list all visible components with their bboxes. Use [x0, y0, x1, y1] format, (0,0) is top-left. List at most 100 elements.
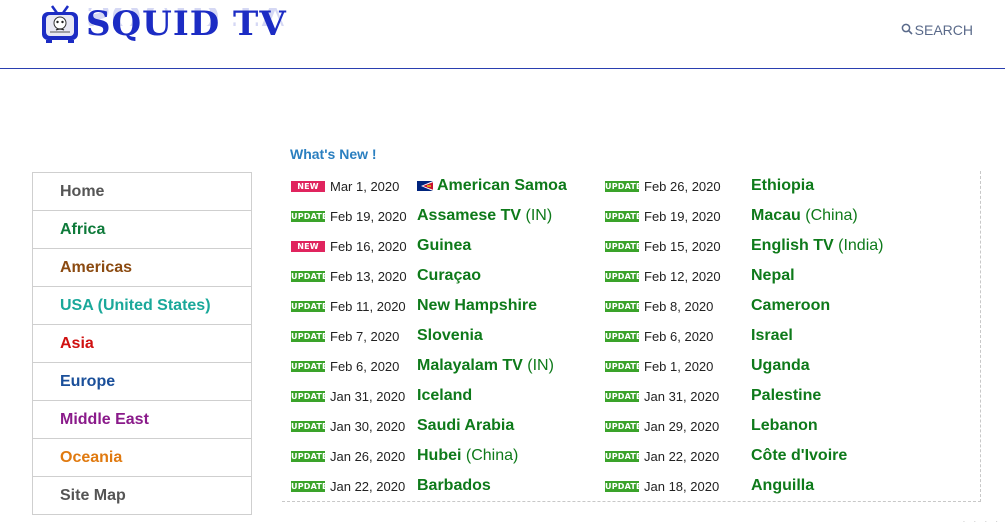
update-date-cell: UPDATE Jan 22, 2020: [291, 471, 405, 501]
update-badge: UPDATE: [291, 210, 328, 222]
search-icon: [901, 22, 915, 38]
update-badge: UPDATE: [605, 390, 642, 402]
sidebar-item-americas[interactable]: Americas: [33, 249, 251, 287]
update-link-cell: Malayalam TV (IN): [417, 351, 554, 381]
update-link-cell: Cameroon: [751, 291, 830, 321]
sidebar-item-usa[interactable]: USA (United States): [33, 287, 251, 325]
update-date-cell: UPDATE Jan 26, 2020: [291, 441, 405, 471]
update-date: Feb 11, 2020: [330, 298, 406, 314]
update-badge: UPDATE: [291, 420, 328, 432]
update-link[interactable]: Palestine: [751, 387, 821, 405]
update-link-cell: Curaçao: [417, 261, 481, 291]
sidebar-item-label: Oceania: [60, 448, 123, 466]
update-date-cell: UPDATE Feb 6, 2020: [291, 351, 399, 381]
sidebar-item-label: Asia: [60, 334, 94, 352]
update-link-cell: Ethiopia: [751, 171, 814, 201]
update-link[interactable]: Cameroon: [751, 297, 830, 315]
update-date: Feb 16, 2020: [330, 238, 407, 254]
site-logo[interactable]: SQUID TV SQUID TV: [40, 4, 287, 60]
update-link[interactable]: Hubei: [417, 447, 461, 465]
sidebar-item-home[interactable]: Home: [33, 173, 251, 211]
update-date-cell: UPDATE Feb 19, 2020: [291, 201, 407, 231]
update-date: Feb 1, 2020: [644, 358, 714, 374]
update-badge: UPDATE: [605, 300, 642, 312]
update-link[interactable]: Lebanon: [751, 417, 818, 435]
update-link[interactable]: Barbados: [417, 477, 491, 495]
update-badge: UPDATE: [291, 480, 328, 492]
update-row: UPDATE Feb 19, 2020 Assamese TV (IN) UPDATE…: [282, 201, 980, 231]
update-badge: UPDATE: [605, 240, 642, 252]
update-link[interactable]: Macau: [751, 207, 801, 225]
logo-reflection: SQUID TV: [86, 8, 287, 26]
update-date-cell: UPDATE Feb 13, 2020: [291, 261, 407, 291]
update-badge: UPDATE: [291, 360, 328, 372]
update-date-cell: UPDATE Feb 11, 2020: [291, 291, 406, 321]
update-link-suffix: (China): [461, 447, 519, 464]
update-badge: UPDATE: [605, 480, 642, 492]
update-date: Jan 18, 2020: [644, 478, 720, 494]
update-badge: UPDATE: [291, 390, 328, 402]
update-link[interactable]: Iceland: [417, 387, 472, 405]
update-badge: UPDATE: [605, 180, 642, 192]
update-row: UPDATE Jan 26, 2020 Hubei (China) UPDATE Jan…: [282, 441, 980, 471]
search-button[interactable]: SEARCH: [901, 22, 973, 38]
tv-mascot-icon: [40, 4, 80, 44]
update-date: Feb 7, 2020: [330, 328, 400, 344]
update-link[interactable]: Côte d'Ivoire: [751, 447, 847, 465]
sidebar-item-asia[interactable]: Asia: [33, 325, 251, 363]
new-badge: NEW: [291, 180, 325, 192]
update-link[interactable]: Assamese TV: [417, 207, 521, 225]
update-link-cell: English TV (India): [751, 231, 883, 261]
update-link[interactable]: Slovenia: [417, 327, 483, 345]
update-link[interactable]: Curaçao: [417, 267, 481, 285]
update-link-cell: Hubei (China): [417, 441, 518, 471]
update-row: UPDATE Jan 22, 2020 Barbados UPDATE Jan 18, …: [282, 471, 980, 501]
update-link[interactable]: Anguilla: [751, 477, 814, 495]
update-badge: UPDATE: [291, 270, 328, 282]
update-date: Jan 30, 2020: [330, 418, 406, 434]
update-date: Feb 13, 2020: [330, 268, 407, 284]
update-date: Feb 26, 2020: [644, 178, 721, 194]
update-date: Jan 22, 2020: [644, 448, 720, 464]
sidebar-item-africa[interactable]: Africa: [33, 211, 251, 249]
site-header: SQUID TV SQUID TV SEARCH: [0, 0, 1005, 69]
update-date: Feb 15, 2020: [644, 238, 721, 254]
update-link-cell: Israel: [751, 321, 793, 351]
update-link-cell: Côte d'Ivoire: [751, 441, 847, 471]
update-badge: UPDATE: [605, 270, 642, 282]
update-link[interactable]: American Samoa: [437, 177, 567, 195]
update-date-cell: UPDATE Feb 7, 2020: [291, 321, 399, 351]
sidebar-item-label: USA (United States): [60, 296, 211, 314]
search-label: SEARCH: [914, 22, 973, 38]
update-link[interactable]: Malayalam TV: [417, 357, 523, 375]
update-link-suffix: (IN): [521, 207, 553, 224]
update-row: UPDATE Feb 7, 2020 Slovenia UPDATE Feb 6, 20…: [282, 321, 980, 351]
sidebar-item-site-map[interactable]: Site Map: [33, 477, 251, 514]
update-link-cell: Palestine: [751, 381, 821, 411]
update-date: Feb 6, 2020: [644, 328, 714, 344]
update-link[interactable]: Nepal: [751, 267, 795, 285]
american-samoa-flag: [417, 171, 438, 201]
update-link[interactable]: Uganda: [751, 357, 810, 375]
new-badge: NEW: [291, 240, 325, 252]
sidebar-item-label: Home: [60, 182, 105, 200]
sidebar-item-europe[interactable]: Europe: [33, 363, 251, 401]
update-link-cell: Lebanon: [751, 411, 818, 441]
update-date: Jan 22, 2020: [330, 478, 406, 494]
update-link[interactable]: Saudi Arabia: [417, 417, 514, 435]
update-link-cell: American Samoa: [437, 171, 567, 201]
update-link[interactable]: Ethiopia: [751, 177, 814, 195]
sidebar-item-middle-east[interactable]: Middle East: [33, 401, 251, 439]
update-date: Feb 19, 2020: [644, 208, 721, 224]
update-link[interactable]: Guinea: [417, 237, 471, 255]
update-link[interactable]: English TV: [751, 237, 834, 255]
update-link-cell: Anguilla: [751, 471, 814, 501]
sidebar-item-oceania[interactable]: Oceania: [33, 439, 251, 477]
whats-new-title: What's New !: [290, 146, 377, 162]
update-link[interactable]: New Hampshire: [417, 297, 537, 315]
update-link-cell: Guinea: [417, 231, 471, 261]
corner-decoration: · · · ·: [962, 517, 1001, 526]
update-date-cell: UPDATE Jan 18, 2020: [605, 471, 719, 501]
update-link[interactable]: Israel: [751, 327, 793, 345]
update-date: Mar 1, 2020: [330, 178, 400, 194]
